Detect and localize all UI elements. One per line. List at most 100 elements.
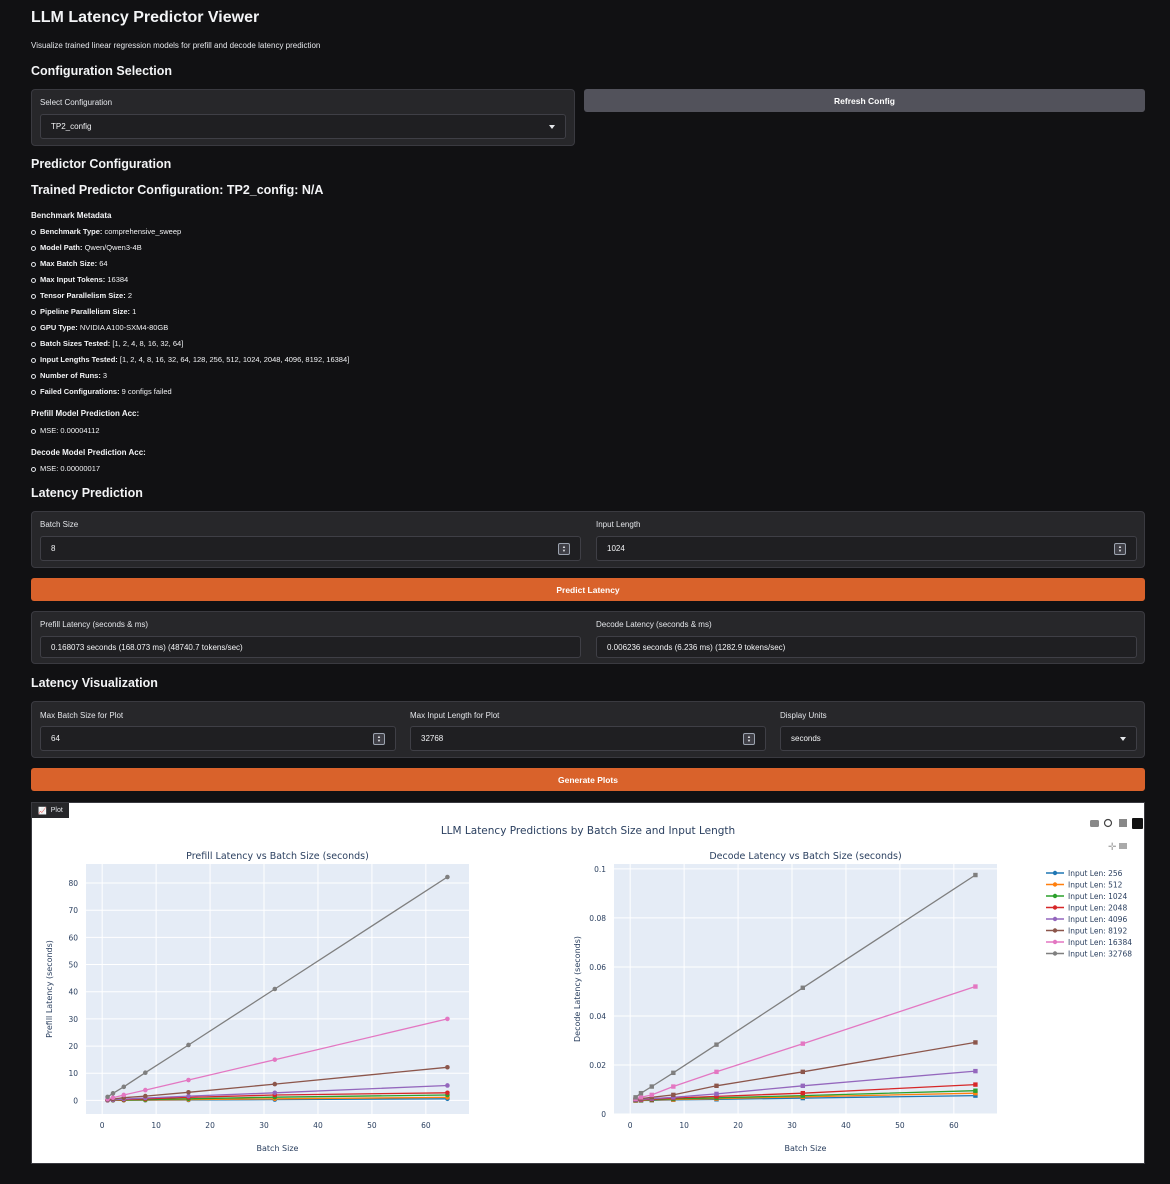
visualization-inputs-panel: Max Batch Size for Plot 64 ▲ ▼ Max Input … [31,701,1145,758]
data-point [633,1095,638,1100]
prefill-acc-list: MSE: 0.00004112 [31,423,100,439]
data-point [445,1083,450,1088]
display-units-dropdown[interactable]: seconds [780,726,1137,751]
y-tick-label: 10 [68,1069,78,1078]
legend-item[interactable]: Input Len: 1024 [1046,892,1127,901]
refresh-config-button[interactable]: Refresh Config [584,89,1145,112]
legend-item[interactable]: Input Len: 2048 [1046,903,1127,912]
legend-item[interactable]: Input Len: 4096 [1046,915,1127,924]
plotly-logo-icon[interactable] [1132,818,1143,829]
subplot-title: Prefill Latency vs Batch Size (seconds) [186,851,369,862]
decode-acc-list: MSE: 0.00000017 [31,461,100,477]
x-tick-label: 60 [421,1121,431,1130]
decode-chart: 0 10 20 30 40 50 60 0 0.02 0.04 0.06 0.08 0.1 Decode … [573,851,997,1153]
stepper-icon[interactable]: ▲ ▼ [558,542,570,555]
stepper-icon[interactable]: ▲ ▼ [1114,542,1126,555]
x-axis-label: Batch Size [785,1144,827,1153]
data-point [973,1068,978,1074]
metadata-item: Model Path: Qwen/Qwen3-4B [31,240,349,256]
prediction-inputs-panel: Batch Size 8 ▲ ▼ Input Length 1024 ▲ ▼ [31,511,1145,568]
data-point [105,1094,110,1100]
legend-item[interactable]: Input Len: 512 [1046,880,1123,889]
data-point [714,1091,719,1097]
metadata-item: Input Lengths Tested: [1, 2, 4, 8, 16, 3… [31,352,349,368]
data-point [714,1069,719,1075]
plot-container: 📈 Plot LLM Latency Predictions by Batch … [31,802,1145,1164]
config-dropdown[interactable]: TP2_config [40,114,566,139]
zoom-out-icon[interactable] [1119,843,1127,849]
plot-area [86,864,469,1114]
data-point [973,1088,978,1093]
generate-plots-button[interactable]: Generate Plots [31,768,1145,791]
decode-latency-output: 0.006236 seconds (6.236 ms) (1282.9 toke… [596,636,1137,658]
predict-latency-button[interactable]: Predict Latency [31,578,1145,601]
data-point [671,1070,676,1076]
display-units-label: Display Units [780,711,827,720]
batch-size-input[interactable]: 8 ▲ ▼ [40,536,581,561]
data-point [714,1042,719,1047]
legend-label: Input Len: 16384 [1068,938,1132,947]
metadata-item: Failed Configurations: 9 configs failed [31,384,349,400]
data-point [800,1041,806,1046]
data-point [186,1077,191,1083]
data-point [272,1057,278,1062]
data-point [649,1084,654,1089]
data-point [638,1095,644,1100]
x-tick-label: 50 [367,1121,377,1130]
plot-modebar: ✛ [1090,818,1143,853]
camera-icon[interactable] [1090,820,1099,827]
pan-icon[interactable]: ✛ [1108,842,1117,853]
input-length-value: 1024 [607,544,625,553]
chevron-down-icon [1120,736,1126,741]
legend-item[interactable]: Input Len: 16384 [1046,938,1132,947]
max-batch-label: Max Batch Size for Plot [40,711,124,720]
data-point [445,874,450,880]
data-point [272,1081,278,1087]
max-batch-input[interactable]: 64 ▲ ▼ [40,726,396,751]
x-axis-label: Batch Size [257,1144,299,1153]
data-point [973,1082,978,1087]
y-tick-label: 70 [68,906,78,915]
y-tick-label: 0.04 [589,1012,606,1021]
prefill-latency-output: 0.168073 seconds (168.073 ms) (48740.7 t… [40,636,581,658]
x-tick-label: 30 [259,1121,269,1130]
input-length-input[interactable]: 1024 ▲ ▼ [596,536,1137,561]
data-point [714,1083,719,1089]
data-point [186,1042,191,1048]
decode-acc-heading: Decode Model Prediction Acc: [31,448,146,457]
data-point [671,1084,676,1089]
chevron-down-icon [549,124,555,129]
data-point [445,1090,450,1096]
legend-marker [1052,893,1058,899]
max-input-input[interactable]: 32768 ▲ ▼ [410,726,766,751]
zoom-in-icon[interactable] [1119,819,1127,827]
data-point [272,1090,278,1096]
subplot-title: Decode Latency vs Batch Size (seconds) [709,851,901,862]
latency-plot[interactable]: LLM Latency Predictions by Batch Size an… [32,803,1144,1163]
prefill-mse: MSE: 0.00004112 [31,423,100,439]
decode-mse: MSE: 0.00000017 [31,461,100,477]
data-point [143,1093,148,1099]
legend-label: Input Len: 2048 [1068,903,1127,912]
visualization-section-title: Latency Visualization [31,676,158,690]
metadata-item: Tensor Parallelism Size: 2 [31,288,349,304]
data-point [973,1040,978,1045]
y-tick-label: 80 [68,879,78,888]
display-units-value: seconds [791,734,821,743]
data-point [110,1095,116,1100]
config-section-title: Configuration Selection [31,64,172,78]
decode-latency-value: 0.006236 seconds (6.236 ms) (1282.9 toke… [607,642,786,652]
legend-item[interactable]: Input Len: 32768 [1046,949,1132,958]
y-tick-label: 0 [73,1096,78,1105]
legend-label: Input Len: 32768 [1068,949,1132,958]
zoom-icon[interactable] [1103,818,1113,828]
prediction-section-title: Latency Prediction [31,486,143,500]
config-select-panel: Select Configuration TP2_config [31,89,575,146]
stepper-icon[interactable]: ▲ ▼ [373,732,385,745]
decode-latency-label: Decode Latency (seconds & ms) [596,620,712,629]
batch-size-label: Batch Size [40,520,79,529]
stepper-icon[interactable]: ▲ ▼ [743,732,755,745]
legend-item[interactable]: Input Len: 8192 [1046,926,1127,935]
legend-item[interactable]: Input Len: 256 [1046,869,1123,878]
predictor-section-title: Predictor Configuration [31,157,172,171]
